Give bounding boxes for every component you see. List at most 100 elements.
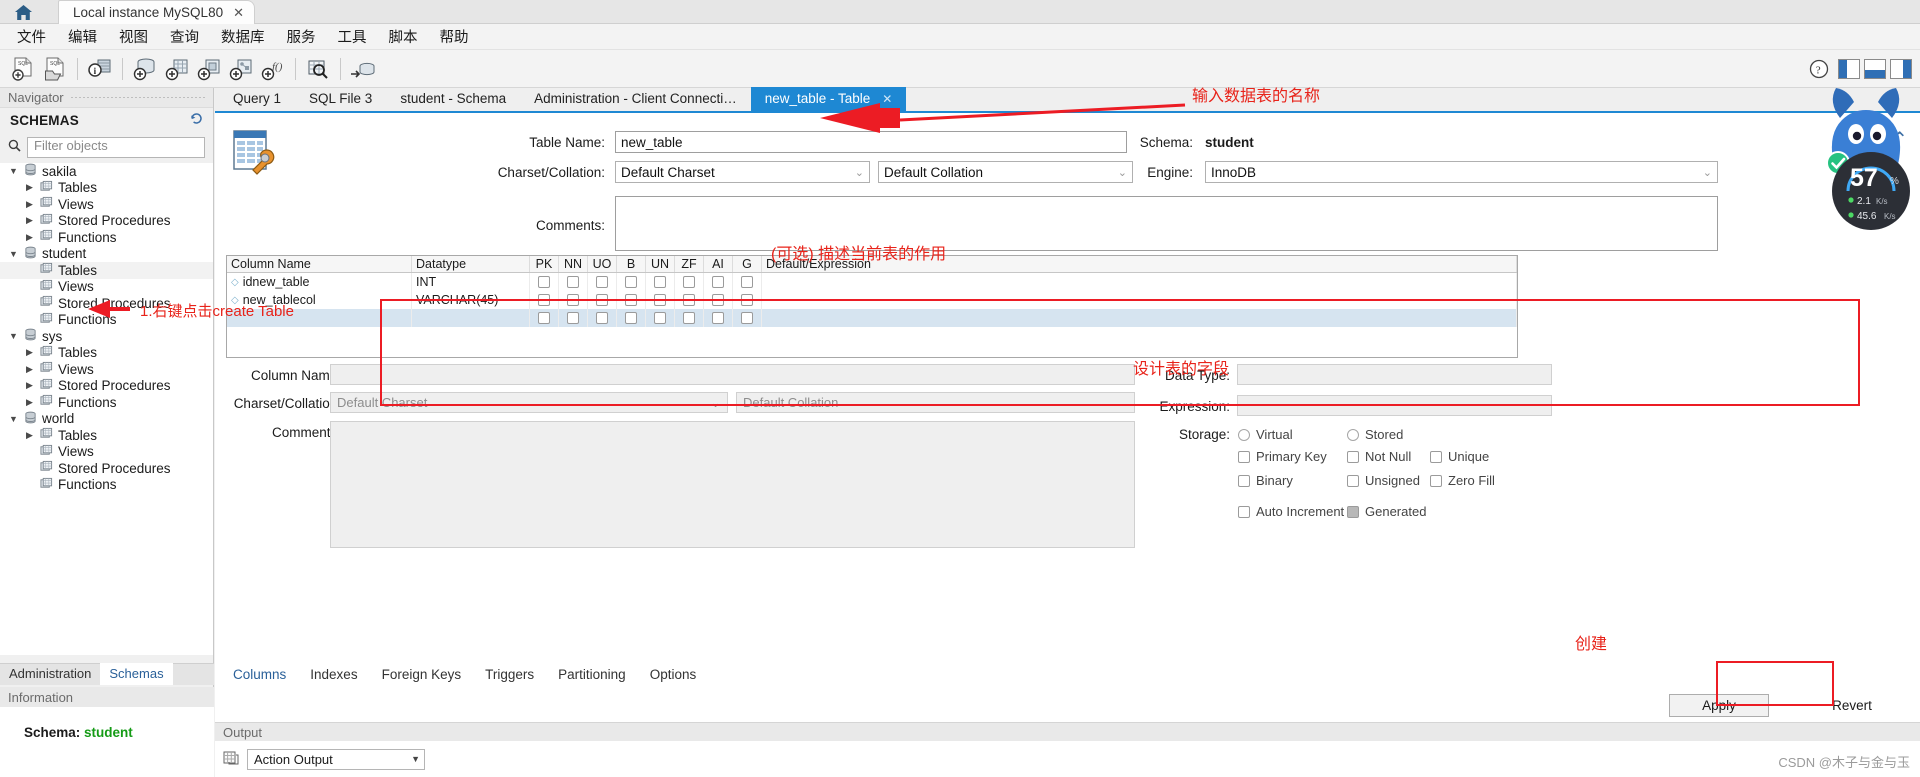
close-icon[interactable]: ✕ [882, 92, 892, 106]
grid-cell-flag[interactable] [617, 309, 646, 327]
checkbox-icon[interactable] [654, 294, 666, 306]
table-charset-select[interactable]: Default Charset ⌄ [615, 161, 870, 183]
tree-item-functions[interactable]: ▶ Functions [0, 394, 213, 411]
checkbox-icon[interactable] [712, 294, 724, 306]
close-icon[interactable]: ✕ [233, 5, 244, 21]
detail-charset-select[interactable]: Default Charset ⌄ [330, 392, 728, 413]
grid-cell-flag[interactable] [559, 291, 588, 309]
grid-cell-datatype[interactable]: INT [412, 273, 530, 291]
reconnect-server-icon[interactable] [348, 55, 378, 83]
open-sql-file-icon[interactable]: SQL [40, 55, 70, 83]
grid-header-column-name[interactable]: Column Name [227, 256, 412, 272]
grid-cell-flag[interactable] [530, 309, 559, 327]
grid-cell-flag[interactable] [704, 309, 733, 327]
grid-cell-default-expression[interactable] [762, 291, 1517, 309]
columns-grid[interactable]: Column Name Datatype PK NN UO B UN ZF AI… [226, 255, 1518, 358]
checkbox-icon[interactable] [567, 312, 579, 324]
storage-option-stored[interactable]: Stored [1347, 427, 1403, 442]
grid-cell-flag[interactable] [559, 309, 588, 327]
checkbox-icon[interactable] [1430, 450, 1442, 463]
tree-item-sys[interactable]: ▼ sys [0, 328, 213, 345]
menu-item-server[interactable]: 服务 [276, 23, 327, 50]
checkbox-zero-fill[interactable]: Zero Fill [1430, 473, 1495, 488]
tree-item-tables[interactable]: ▶ Tables [0, 427, 213, 444]
tree-item-views[interactable]: Views [0, 444, 213, 461]
chevron-right-icon[interactable]: ▶ [24, 182, 35, 193]
checkbox-icon[interactable] [1238, 505, 1250, 518]
checkbox-icon[interactable] [596, 294, 608, 306]
checkbox-icon[interactable] [538, 276, 550, 288]
chevron-right-icon[interactable]: ▶ [24, 199, 35, 210]
menu-item-help[interactable]: 帮助 [429, 23, 480, 50]
grid-cell-default-expression[interactable] [762, 309, 1517, 327]
checkbox-icon[interactable] [567, 294, 579, 306]
menu-item-scripting[interactable]: 脚本 [378, 23, 429, 50]
editor-tab-administration[interactable]: Administration - Client Connecti… [520, 87, 751, 111]
tab-triggers[interactable]: Triggers [473, 664, 546, 685]
action-output-select[interactable]: Action Output ▼ [247, 748, 425, 770]
chevron-down-icon[interactable]: ▼ [8, 166, 19, 176]
new-table-icon[interactable] [162, 55, 192, 83]
chevron-right-icon[interactable]: ▶ [24, 364, 35, 375]
grid-header-pk[interactable]: PK [530, 256, 559, 272]
menu-item-query[interactable]: 查询 [159, 23, 210, 50]
grid-cell-flag[interactable] [733, 291, 762, 309]
radio-icon[interactable] [1238, 428, 1250, 441]
checkbox-icon[interactable] [1347, 474, 1359, 487]
grid-cell-flag[interactable] [530, 291, 559, 309]
chevron-right-icon[interactable]: ▶ [24, 215, 35, 226]
checkbox-icon[interactable] [712, 276, 724, 288]
home-icon[interactable] [8, 2, 38, 22]
grid-header-uo[interactable]: UO [588, 256, 617, 272]
editor-tab-sqlfile3[interactable]: SQL File 3 [295, 87, 386, 111]
checkbox-icon[interactable] [741, 276, 753, 288]
grid-cell-flag[interactable] [733, 309, 762, 327]
checkbox-icon[interactable] [538, 294, 550, 306]
checkbox-icon[interactable] [1347, 450, 1359, 463]
checkbox-icon[interactable] [596, 312, 608, 324]
menu-item-view[interactable]: 视图 [108, 23, 159, 50]
new-sql-file-icon[interactable]: SQL [8, 55, 38, 83]
chevron-right-icon[interactable]: ▶ [24, 397, 35, 408]
checkbox-icon[interactable] [683, 312, 695, 324]
checkbox-not-null[interactable]: Not Null [1347, 449, 1411, 464]
grid-header-nn[interactable]: NN [559, 256, 588, 272]
grid-cell-flag[interactable] [617, 291, 646, 309]
chevron-down-icon[interactable]: ▼ [8, 249, 19, 259]
tree-item-stored-procedures[interactable]: ▶ Stored Procedures [0, 213, 213, 230]
tree-item-tables[interactable]: ▶ Tables [0, 180, 213, 197]
detail-collation-select[interactable]: Default Collation [736, 392, 1135, 413]
new-schema-icon[interactable] [130, 55, 160, 83]
grid-cell-flag[interactable] [704, 291, 733, 309]
chevron-down-icon[interactable]: ▼ [8, 414, 19, 424]
chevron-right-icon[interactable]: ▶ [24, 232, 35, 243]
connection-tab[interactable]: Local instance MySQL80 ✕ [58, 0, 255, 24]
tree-item-tables[interactable]: Tables [0, 262, 213, 279]
menu-item-database[interactable]: 数据库 [210, 23, 276, 50]
grid-cell-flag[interactable] [646, 291, 675, 309]
chevron-right-icon[interactable]: ▶ [24, 347, 35, 358]
checkbox-icon[interactable] [1238, 450, 1250, 463]
schema-tree[interactable]: ▼ sakila ▶ Tables ▶ Views ▶ Stored Procedures ▶ F… [0, 163, 213, 655]
filter-objects-input[interactable]: Filter objects [27, 136, 205, 158]
tree-item-stored-procedures[interactable]: Stored Procedures [0, 460, 213, 477]
editor-tab-student-schema[interactable]: student - Schema [386, 87, 520, 111]
checkbox-icon[interactable] [625, 312, 637, 324]
checkbox-binary[interactable]: Binary [1238, 473, 1293, 488]
checkbox-icon[interactable] [741, 294, 753, 306]
sidebar-tab-administration[interactable]: Administration [0, 663, 100, 685]
editor-tab-query1[interactable]: Query 1 [219, 87, 295, 111]
columns-grid-row[interactable]: ◇ new_tablecol VARCHAR(45) [227, 291, 1517, 309]
grid-cell-datatype[interactable]: VARCHAR(45) [412, 291, 530, 309]
sidebar-tab-schemas[interactable]: Schemas [100, 663, 173, 685]
table-collation-select[interactable]: Default Collation ⌄ [878, 161, 1133, 183]
checkbox-icon[interactable] [712, 312, 724, 324]
engine-select[interactable]: InnoDB ⌄ [1205, 161, 1718, 183]
chevron-down-icon[interactable]: ▼ [8, 331, 19, 341]
search-data-icon[interactable] [303, 55, 333, 83]
checkbox-generated[interactable]: Generated [1347, 504, 1426, 519]
checkbox-unsigned[interactable]: Unsigned [1347, 473, 1420, 488]
grid-cell-column-name[interactable]: ◇ idnew_table [227, 273, 412, 291]
grid-cell-flag[interactable] [675, 291, 704, 309]
checkbox-icon[interactable] [1430, 474, 1442, 487]
